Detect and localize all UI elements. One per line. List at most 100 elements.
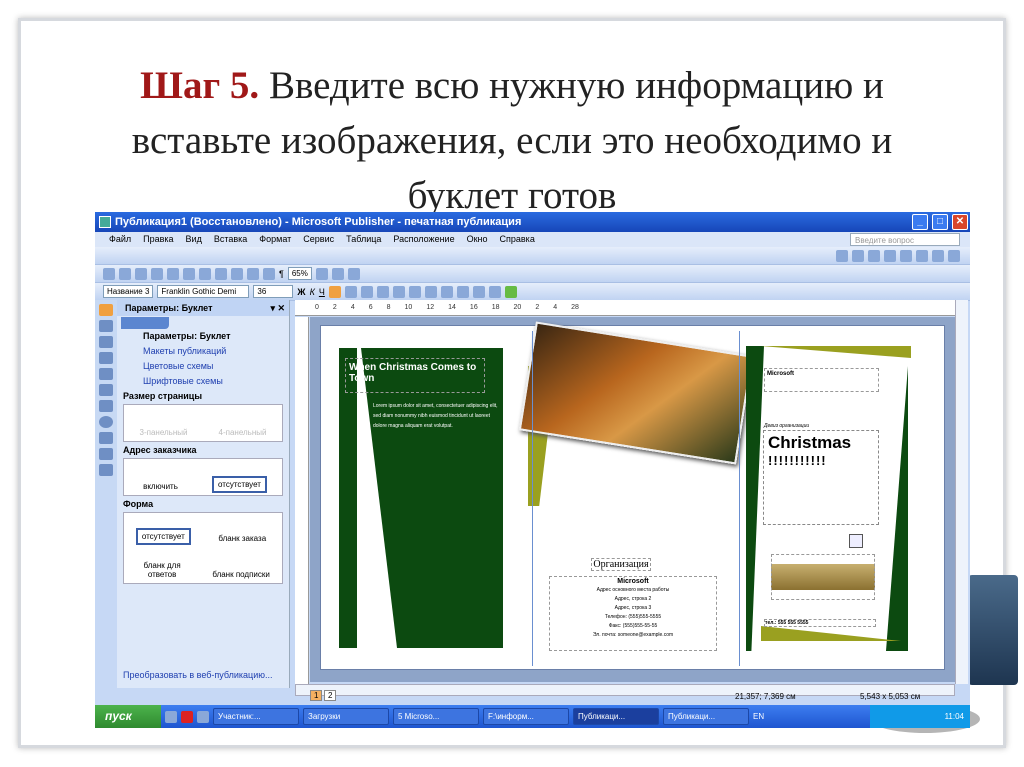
maximize-button[interactable]: □ — [932, 214, 948, 230]
option-4-panel[interactable]: 4-панельный — [215, 426, 271, 439]
copy-icon[interactable] — [199, 267, 211, 280]
company-name-box[interactable]: Microsoft — [764, 368, 879, 392]
save-icon[interactable] — [135, 267, 147, 280]
oval-icon[interactable] — [99, 416, 113, 428]
redo-icon[interactable] — [247, 267, 259, 280]
zoom-in-icon[interactable] — [331, 267, 344, 280]
taskbar-item[interactable]: F:\информ... — [483, 708, 569, 725]
taskbar-item[interactable]: Публикаци... — [663, 708, 749, 725]
toolbar-icon[interactable] — [884, 249, 896, 262]
page-1-button[interactable]: 1 — [310, 690, 323, 701]
size-select[interactable]: 36 — [253, 285, 294, 298]
bullets-icon[interactable] — [408, 285, 421, 298]
menu-arrange[interactable]: Расположение — [393, 232, 454, 247]
line-color-icon[interactable] — [456, 285, 469, 298]
option-3-panel[interactable]: 3-панельный — [136, 426, 192, 439]
menu-tools[interactable]: Сервис — [303, 232, 334, 247]
option-form-none[interactable]: отсутствует — [135, 527, 191, 545]
spelling-icon[interactable] — [167, 267, 179, 280]
taskbar-item[interactable]: Публикаци... — [573, 708, 659, 725]
contact-box[interactable]: Microsoft Адрес основного места работы Ад… — [549, 576, 717, 651]
toolbar-icon[interactable] — [948, 249, 960, 262]
style-select[interactable]: Название 3 — [103, 285, 154, 298]
picture-icon[interactable] — [99, 368, 113, 380]
printer-clipart[interactable] — [771, 554, 875, 600]
heading-text[interactable]: When Christmas Comes to Town — [345, 358, 485, 393]
menu-view[interactable]: Вид — [186, 232, 202, 247]
italic-button[interactable]: К — [310, 287, 315, 297]
menu-file[interactable]: Файл — [109, 232, 131, 247]
option-order-form[interactable]: бланк заказа — [214, 532, 270, 545]
pilcrow-icon[interactable]: ¶ — [279, 269, 284, 279]
text-box-icon[interactable] — [99, 320, 113, 332]
vertical-scrollbar[interactable] — [955, 300, 968, 684]
quicklaunch-icon[interactable] — [165, 710, 177, 723]
toolbar-icon[interactable] — [852, 249, 864, 262]
motto-text[interactable]: Девиз организации — [764, 423, 809, 429]
columns-icon[interactable] — [263, 267, 275, 280]
numbering-icon[interactable] — [392, 285, 405, 298]
option-include[interactable]: включить — [139, 480, 182, 493]
close-pane-icon[interactable]: ▾ ✕ — [270, 300, 285, 316]
shadow-icon[interactable] — [488, 285, 501, 298]
align-right-icon[interactable] — [360, 285, 373, 298]
arrow-icon[interactable] — [99, 400, 113, 412]
design-gallery-icon[interactable] — [99, 464, 113, 476]
zoom-out-icon[interactable] — [315, 267, 328, 280]
ask-question-input[interactable]: Введите вопрос — [850, 233, 960, 246]
autofit-icon[interactable] — [849, 534, 863, 548]
christmas-street-image[interactable] — [518, 321, 754, 465]
3d-icon[interactable] — [504, 285, 517, 298]
horizontal-ruler[interactable]: 0 2 4 6 8 10 12 14 16 18 20 2 4 28 — [295, 300, 955, 316]
cut-icon[interactable] — [183, 267, 195, 280]
convert-to-web-link[interactable]: Преобразовать в веб-публикацию... — [123, 670, 272, 680]
bold-button[interactable]: Ж — [297, 287, 305, 297]
body-text[interactable]: Lorem ipsum dolor sit amet, consectetuer… — [373, 401, 499, 431]
select-tool-icon[interactable] — [99, 304, 113, 316]
toolbar-icon[interactable] — [868, 249, 880, 262]
organization-logo[interactable]: Организация — [591, 558, 651, 571]
toolbar-icon[interactable] — [916, 249, 928, 262]
option-signup-form[interactable]: бланк подписки — [208, 568, 274, 581]
new-icon[interactable] — [103, 267, 115, 280]
menu-format[interactable]: Формат — [259, 232, 291, 247]
close-button[interactable]: ✕ — [952, 214, 968, 230]
pane-link-font-schemes[interactable]: Шрифтовые схемы — [117, 374, 289, 389]
pane-link-color-schemes[interactable]: Цветовые схемы — [117, 359, 289, 374]
taskbar-item[interactable]: 5 Microso... — [393, 708, 479, 725]
menu-insert[interactable]: Вставка — [214, 232, 247, 247]
vertical-ruler[interactable] — [295, 317, 309, 687]
print-icon[interactable] — [151, 267, 163, 280]
taskbar-item[interactable]: Участник:... — [213, 708, 299, 725]
indent-icon[interactable] — [424, 285, 437, 298]
open-icon[interactable] — [119, 267, 131, 280]
line-icon[interactable] — [99, 384, 113, 396]
start-button[interactable]: пуск — [95, 705, 161, 728]
pane-link-designs[interactable]: Макеты публикаций — [117, 344, 289, 359]
option-response-form[interactable]: бланк для ответов — [132, 559, 192, 581]
pane-link-options[interactable]: Параметры: Буклет — [117, 329, 289, 344]
toolbar-icon[interactable] — [932, 249, 944, 262]
selected-title-box[interactable]: Christmas !!!!!!!!!!! — [763, 430, 879, 525]
phone-box[interactable]: тел.: 555 555 5555 — [764, 619, 876, 627]
font-color-icon[interactable] — [472, 285, 485, 298]
autoshapes-icon[interactable] — [99, 448, 113, 460]
option-none[interactable]: отсутствует — [212, 476, 267, 493]
page-2-button[interactable]: 2 — [324, 690, 337, 701]
wordart-icon[interactable] — [99, 352, 113, 364]
zoom-select[interactable]: 65% — [287, 267, 312, 280]
minimize-button[interactable]: _ — [912, 214, 928, 230]
paste-icon[interactable] — [215, 267, 227, 280]
menu-help[interactable]: Справка — [500, 232, 535, 247]
toolbar-icon[interactable] — [836, 249, 848, 262]
undo-icon[interactable] — [231, 267, 243, 280]
align-left-icon[interactable] — [328, 285, 341, 298]
language-indicator[interactable]: EN — [753, 712, 764, 721]
menu-window[interactable]: Окно — [467, 232, 488, 247]
pane-nav-buttons[interactable] — [121, 317, 169, 329]
opera-icon[interactable] — [181, 710, 193, 723]
table-icon[interactable] — [99, 336, 113, 348]
taskbar-item[interactable]: Загрузки — [303, 708, 389, 725]
align-center-icon[interactable] — [344, 285, 357, 298]
help-icon[interactable] — [347, 267, 360, 280]
